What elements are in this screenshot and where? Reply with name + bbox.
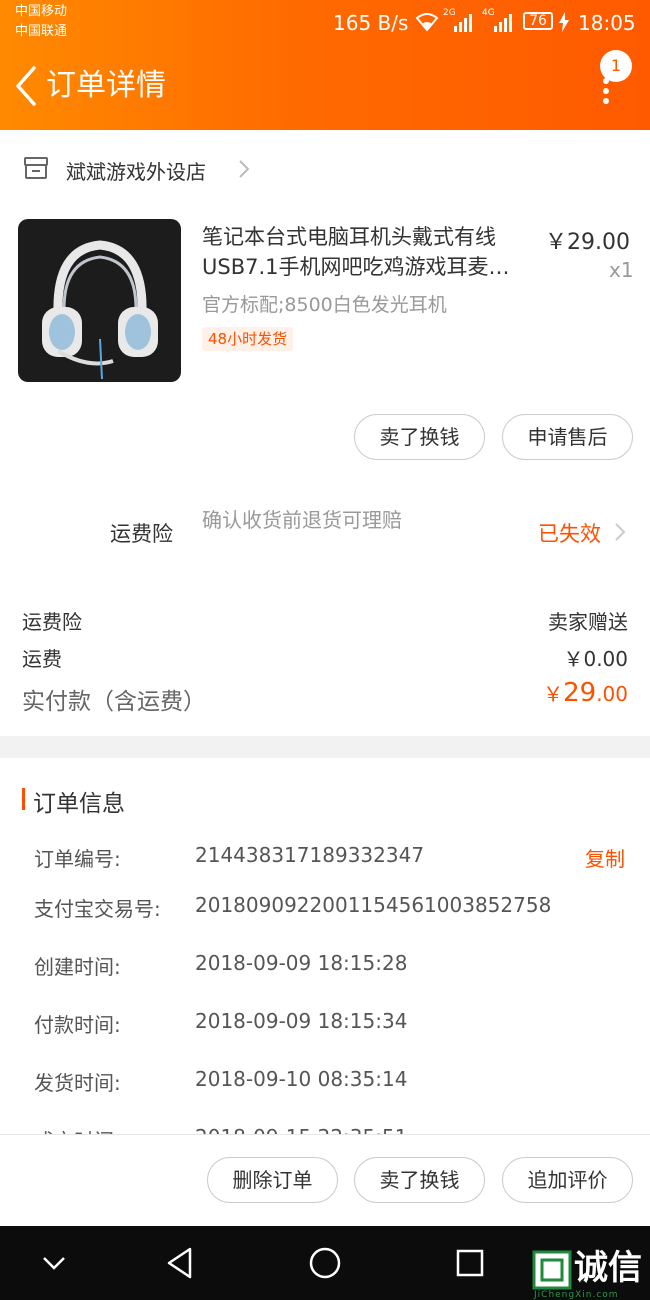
paid-time-label: 付款时间:: [34, 1013, 121, 1037]
order-number-label: 订单编号:: [34, 847, 121, 871]
shipping-tag: 48小时发货: [202, 327, 294, 351]
store-name[interactable]: 斌斌游戏外设店: [66, 156, 206, 185]
summary-label-insurance: 运费险: [22, 610, 82, 634]
total-integer: 29: [563, 678, 597, 708]
insurance-label: 运费险: [110, 522, 173, 546]
headset-image: [42, 240, 158, 380]
total-label: 实付款（含运费）: [22, 689, 206, 715]
watermark-sub: JiChengXin.com: [534, 1290, 619, 1300]
created-time-value: 2018-09-09 18:15:28: [195, 951, 408, 975]
product-price: ￥29.00: [545, 230, 630, 255]
chevron-right-icon: [239, 160, 250, 178]
charging-icon: [559, 12, 569, 32]
recent-apps-icon[interactable]: [455, 1248, 485, 1278]
total-decimal: .00: [596, 682, 628, 706]
alipay-trade-label: 支付宝交易号:: [34, 897, 161, 921]
total-amount: ￥29.00: [543, 678, 628, 708]
back-triangle-icon[interactable]: [164, 1246, 196, 1280]
section-accent-bar: [22, 788, 25, 810]
alipay-trade-value: 2018090922001154561003852758: [195, 893, 552, 917]
product-title[interactable]: 笔记本台式电脑耳机头戴式有线USB7.1手机网吧吃鸡游戏耳麦…: [202, 222, 534, 282]
paid-time-value: 2018-09-09 18:15:34: [195, 1009, 408, 1033]
wifi-icon: [415, 13, 439, 32]
product-image[interactable]: [18, 219, 181, 382]
shipped-time-value: 2018-09-10 08:35:14: [195, 1067, 408, 1091]
carrier-1: 中国移动: [15, 4, 68, 19]
clock: 18:05: [578, 11, 636, 35]
signal-2-icon: [494, 14, 512, 32]
page-title: 订单详情: [46, 68, 166, 103]
back-arrow-icon[interactable]: [10, 64, 44, 108]
summary-value-shipping: ￥0.00: [563, 647, 628, 671]
delete-order-button[interactable]: 删除订单: [207, 1157, 338, 1203]
header-bar: 中国移动 中国联通 165 B/s 2G 4G 76 18:05 订单详情 1: [0, 0, 650, 130]
order-info-title: 订单信息: [33, 791, 125, 817]
add-review-button[interactable]: 追加评价: [502, 1157, 633, 1203]
store-icon: [24, 157, 48, 179]
copy-button[interactable]: 复制: [585, 843, 625, 872]
battery-icon: 76: [523, 12, 553, 30]
watermark-text: 诚信: [574, 1248, 642, 1288]
home-circle-icon[interactable]: [308, 1246, 342, 1280]
bottom-action-bar: 删除订单 卖了换钱 追加评价: [0, 1134, 650, 1227]
insurance-status[interactable]: 已失效: [538, 518, 601, 548]
shipped-time-label: 发货时间:: [34, 1071, 121, 1095]
product-quantity: x1: [609, 258, 634, 282]
carrier-2: 中国联通: [15, 24, 68, 39]
after-sales-button[interactable]: 申请售后: [502, 414, 633, 460]
signal-1-icon: [454, 14, 472, 32]
watermark-logo-icon: [532, 1250, 572, 1290]
summary-value-insurance: 卖家赠送: [548, 610, 628, 634]
watermark: 诚信 JiChengXin.com: [532, 1248, 650, 1300]
order-number-value: 214438317189332347: [195, 843, 425, 867]
created-time-label: 创建时间:: [34, 955, 121, 979]
network-speed: 165 B/s: [333, 11, 409, 35]
summary-label-shipping: 运费: [22, 647, 62, 671]
hide-keyboard-icon[interactable]: [40, 1252, 68, 1274]
currency-symbol: ￥: [543, 682, 564, 706]
more-options-icon[interactable]: [598, 78, 614, 104]
chevron-right-icon: [615, 523, 626, 541]
section-divider: [0, 736, 650, 758]
insurance-desc: 确认收货前退货可理赔: [202, 508, 402, 532]
product-spec: 官方标配;8500白色发光耳机: [202, 294, 447, 316]
resell-button-bottom[interactable]: 卖了换钱: [354, 1157, 485, 1203]
resell-button[interactable]: 卖了换钱: [354, 414, 485, 460]
